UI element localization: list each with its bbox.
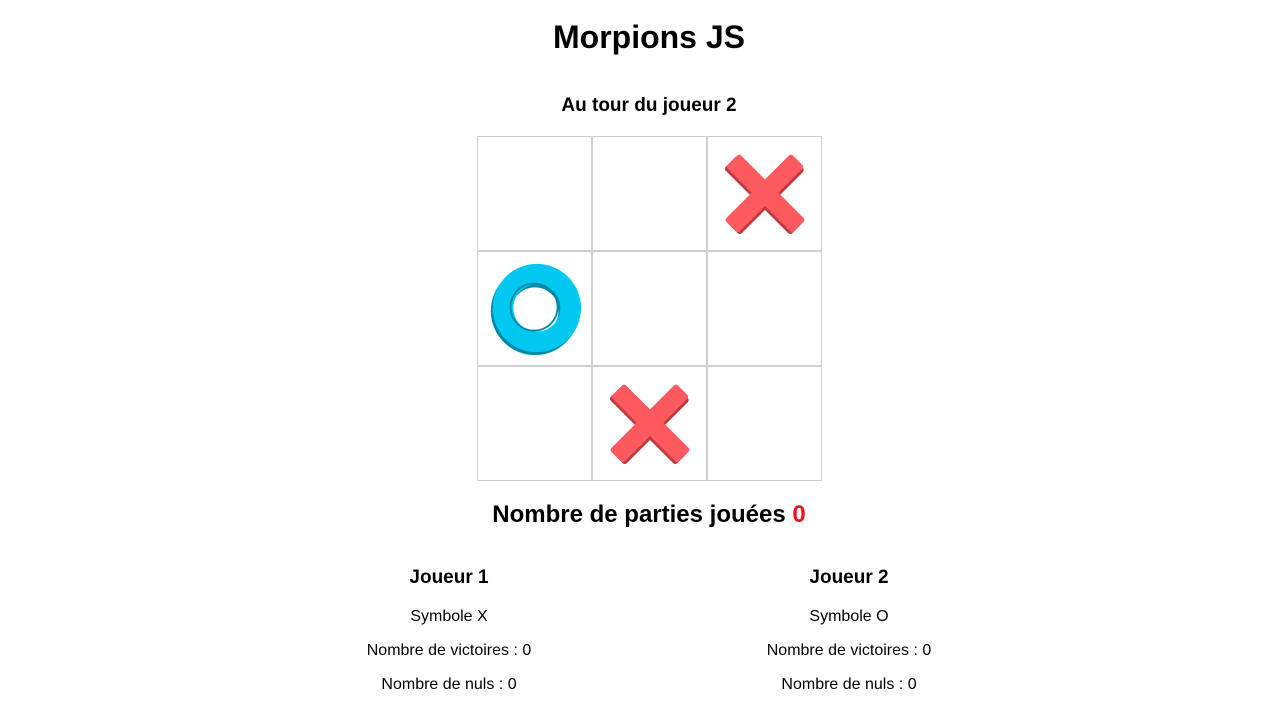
page: Morpions JS Au tour du joueur 2 Nombre d… [0, 0, 1286, 726]
player-1-symbol: Symbole X [410, 608, 488, 625]
board-cell-2[interactable] [592, 136, 707, 251]
board-cell-4[interactable] [477, 251, 592, 366]
x-mark-icon [609, 384, 689, 464]
games-played: Nombre de parties jouées 0 [0, 499, 1286, 531]
board-cell-7[interactable] [477, 366, 592, 481]
board-cell-3[interactable] [707, 136, 822, 251]
player-1-panel: Joueur 1 Symbole X Nombre de victoires :… [299, 564, 599, 695]
games-played-label: Nombre de parties jouées [492, 501, 786, 528]
player-2-wins: Nombre de victoires : 0 [766, 642, 932, 659]
player-1-name: Joueur 1 [409, 567, 489, 588]
o-mark-icon [490, 263, 581, 355]
board-cell-5[interactable] [592, 251, 707, 366]
board-cell-8[interactable] [592, 366, 707, 481]
page-title: Morpions JS [552, 19, 745, 55]
player-2-symbol: Symbole O [809, 608, 889, 625]
player-2-name: Joueur 2 [809, 567, 889, 588]
turn-indicator: Au tour du joueur 2 [561, 95, 737, 116]
player-2-draws: Nombre de nuls : 0 [781, 676, 917, 693]
board-cell-1[interactable] [477, 136, 592, 251]
x-mark-icon [724, 154, 804, 234]
player-1-wins: Nombre de victoires : 0 [366, 642, 532, 659]
player-1-draws: Nombre de nuls : 0 [381, 676, 517, 693]
board-cell-9[interactable] [707, 366, 822, 481]
game-board [477, 136, 822, 481]
player-2-panel: Joueur 2 Symbole O Nombre de victoires :… [699, 564, 999, 695]
games-played-count: 0 [792, 501, 806, 528]
board-cell-6[interactable] [707, 251, 822, 366]
